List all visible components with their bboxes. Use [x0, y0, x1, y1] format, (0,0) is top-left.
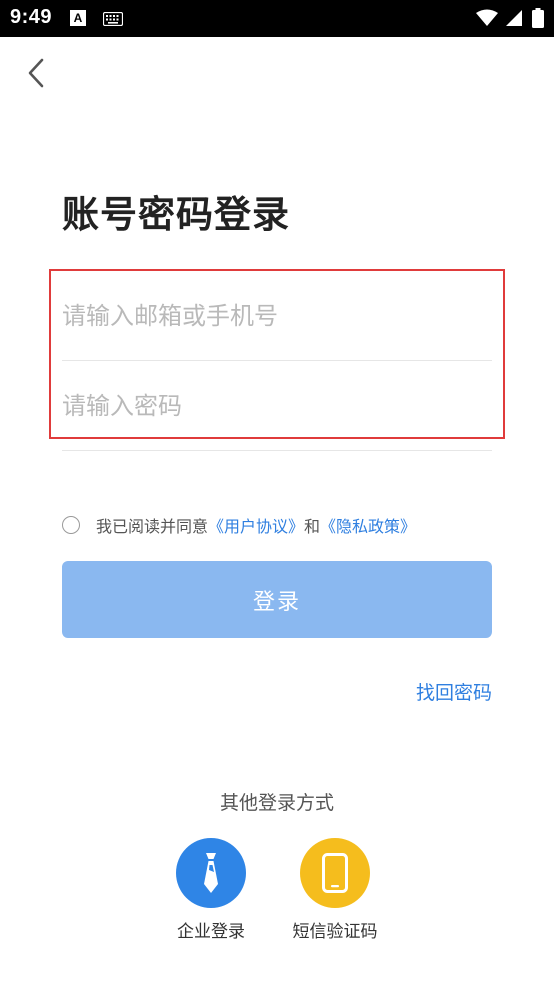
agreement-prefix: 我已阅读并同意 — [96, 517, 209, 536]
password-input[interactable] — [62, 362, 492, 450]
forgot-password-link[interactable]: 找回密码 — [416, 678, 492, 705]
phone-icon — [322, 853, 348, 893]
status-bar: 9:49 A — [0, 0, 554, 37]
enterprise-login-circle — [176, 838, 246, 908]
signal-icon — [505, 9, 523, 31]
enterprise-login-button[interactable]: 企业登录 — [161, 838, 261, 942]
agreement-connector: 和 — [304, 517, 321, 536]
back-button[interactable] — [22, 56, 54, 92]
enterprise-login-label: 企业登录 — [177, 922, 245, 942]
page-title: 账号密码登录 — [62, 193, 290, 236]
tie-icon — [204, 853, 218, 893]
other-login-title: 其他登录方式 — [219, 792, 334, 814]
email-field-container — [62, 272, 492, 361]
agreement-row: 我已阅读并同意 《用户协议》 和 《隐私政策》 — [62, 512, 416, 538]
agreement-checkbox[interactable] — [62, 516, 80, 534]
sms-login-button[interactable]: 短信验证码 — [285, 838, 385, 942]
status-time: 9:49 — [10, 6, 53, 28]
email-input[interactable] — [62, 272, 492, 360]
battery-icon — [532, 8, 544, 32]
password-field-container — [62, 362, 492, 451]
keyboard-icon — [102, 11, 124, 30]
privacy-policy-link[interactable]: 《隐私政策》 — [320, 513, 416, 537]
sms-login-label: 短信验证码 — [292, 922, 378, 942]
sms-login-circle — [300, 838, 370, 908]
accessibility-a-icon: A — [70, 10, 86, 26]
login-button[interactable]: 登录 — [62, 561, 492, 638]
wifi-icon — [476, 9, 498, 31]
chevron-left-icon — [28, 58, 44, 88]
user-agreement-link[interactable]: 《用户协议》 — [208, 513, 304, 537]
